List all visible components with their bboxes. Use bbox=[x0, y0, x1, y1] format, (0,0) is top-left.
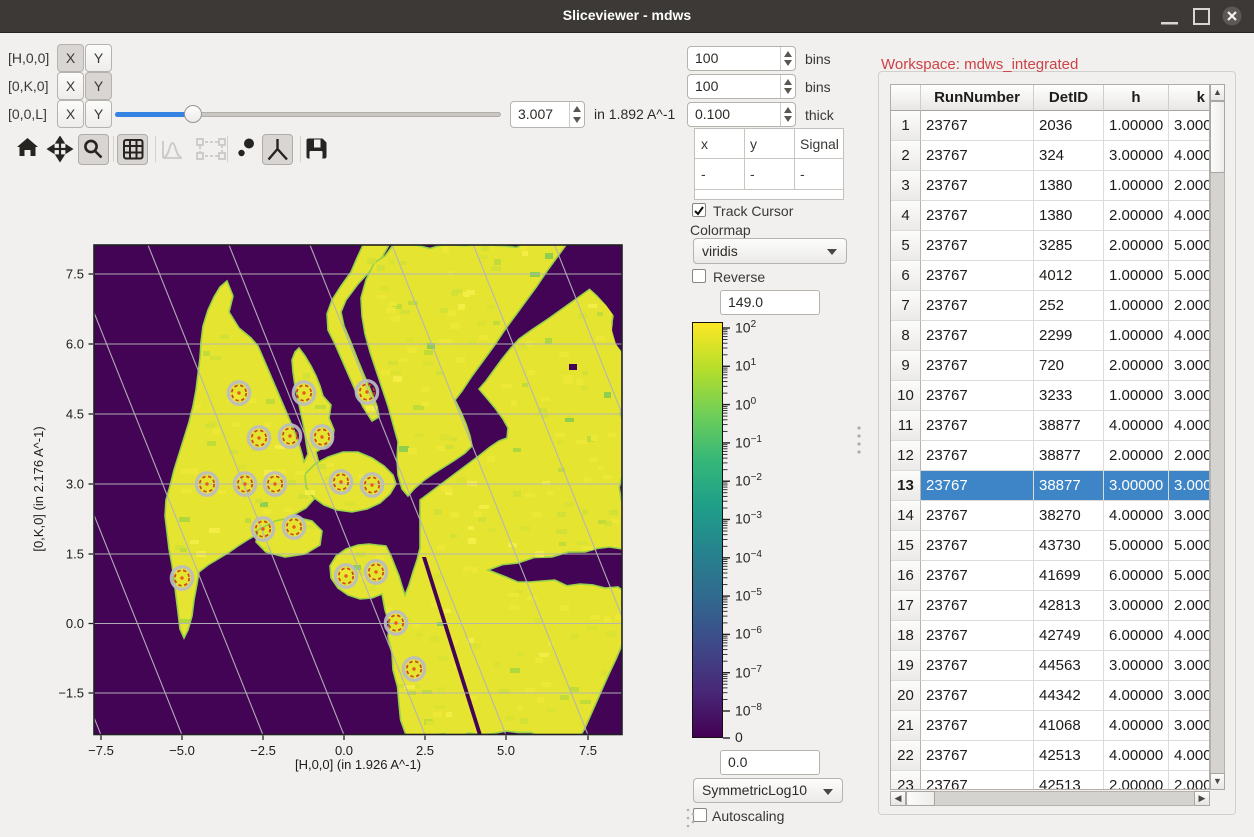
svg-text:−7.5: −7.5 bbox=[88, 743, 114, 758]
svg-text:−1.5: −1.5 bbox=[58, 686, 84, 701]
svg-text:0.0: 0.0 bbox=[66, 616, 84, 631]
svg-text:0.0: 0.0 bbox=[335, 743, 353, 758]
svg-text:−5.0: −5.0 bbox=[169, 743, 195, 758]
svg-text:−2.5: −2.5 bbox=[250, 743, 276, 758]
svg-text:2.5: 2.5 bbox=[416, 743, 434, 758]
svg-text:6.0: 6.0 bbox=[66, 337, 84, 352]
svg-text:4.5: 4.5 bbox=[66, 407, 84, 422]
svg-text:[H,0,0] (in 1.926 A^-1): [H,0,0] (in 1.926 A^-1) bbox=[295, 757, 421, 772]
svg-text:1.5: 1.5 bbox=[66, 547, 84, 562]
svg-text:3.0: 3.0 bbox=[66, 477, 84, 492]
svg-text:7.5: 7.5 bbox=[579, 743, 597, 758]
svg-text:[0,K,0] (in 2.176 A^-1): [0,K,0] (in 2.176 A^-1) bbox=[31, 426, 46, 551]
svg-text:5.0: 5.0 bbox=[497, 743, 515, 758]
svg-text:7.5: 7.5 bbox=[66, 267, 84, 282]
